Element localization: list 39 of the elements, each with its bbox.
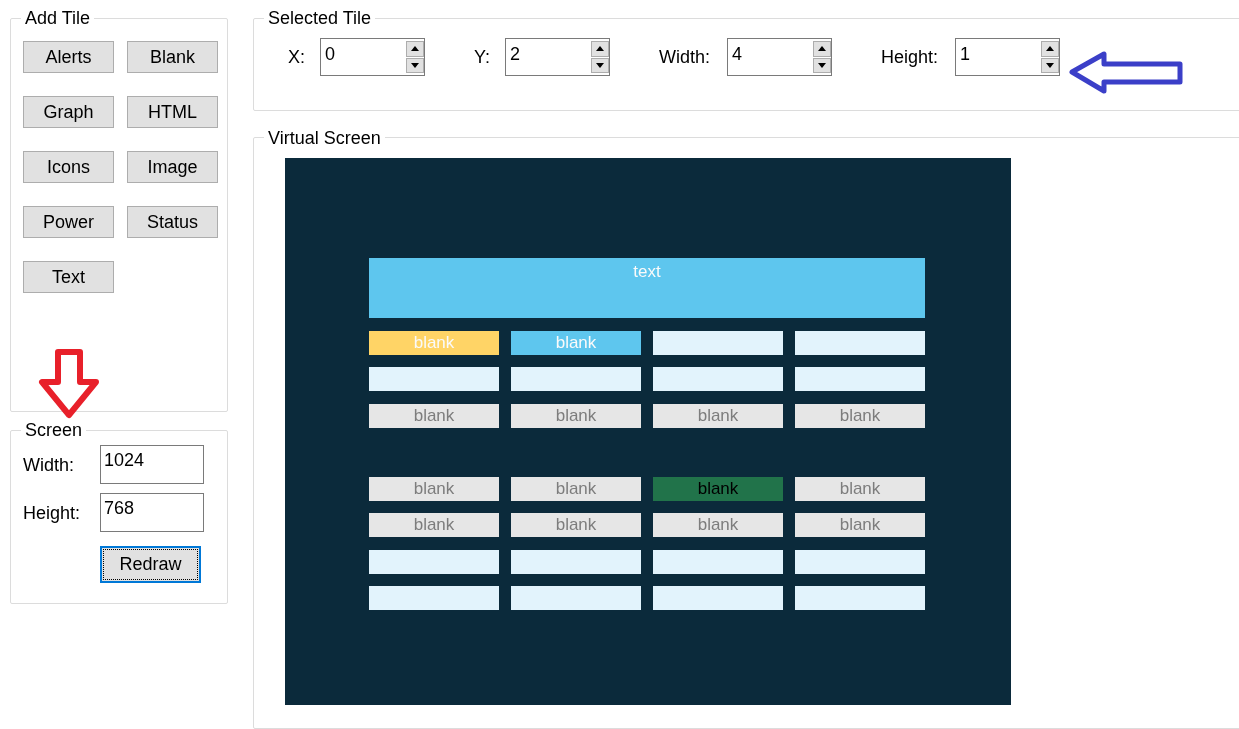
screen-tile[interactable] <box>511 367 641 392</box>
add-tile-button[interactable]: Power <box>23 206 114 238</box>
screen-tile[interactable] <box>511 586 641 611</box>
screen-tile[interactable] <box>369 367 499 392</box>
group-title: Screen <box>24 420 84 440</box>
field-label: Width: <box>23 453 75 476</box>
screen-tile[interactable] <box>653 330 783 355</box>
screen-tile[interactable] <box>795 549 925 574</box>
group-title: Virtual Screen <box>267 127 382 148</box>
text-field[interactable]: 768 <box>100 493 204 532</box>
add-tile-button[interactable]: Graph <box>23 96 114 128</box>
screen-tile[interactable] <box>795 586 925 611</box>
screen-tile[interactable] <box>795 330 925 355</box>
screen-tile[interactable] <box>369 586 499 611</box>
redraw-button[interactable]: Redraw <box>100 546 201 583</box>
add-tile-button[interactable]: Status <box>127 206 218 238</box>
screen-tile[interactable]: blank <box>653 476 783 501</box>
field-label: X: <box>288 46 306 68</box>
screen-tile[interactable] <box>653 586 783 611</box>
screen-tile[interactable] <box>653 549 783 574</box>
down-arrow-icon <box>38 349 100 419</box>
screen-tile[interactable] <box>795 367 925 392</box>
add-tile-button[interactable]: HTML <box>127 96 218 128</box>
add-tile-button[interactable]: Image <box>127 151 218 183</box>
left-arrow-icon <box>1068 50 1185 95</box>
group-title: Selected Tile <box>267 8 373 28</box>
text-field[interactable]: 1024 <box>100 445 204 484</box>
add-tile-button[interactable]: Blank <box>127 41 218 73</box>
add-tile-button[interactable]: Alerts <box>23 41 114 73</box>
screen-tile[interactable] <box>653 367 783 392</box>
screen-tile[interactable] <box>369 549 499 574</box>
field-label: Width: <box>659 46 711 68</box>
screen-tile[interactable] <box>511 549 641 574</box>
group-title: Add Tile <box>24 8 92 28</box>
add-tile-button[interactable]: Icons <box>23 151 114 183</box>
field-label: Y: <box>474 46 491 68</box>
field-label: Height: <box>881 46 940 68</box>
add-tile-button[interactable]: Text <box>23 261 114 293</box>
field-label: Height: <box>23 501 82 524</box>
